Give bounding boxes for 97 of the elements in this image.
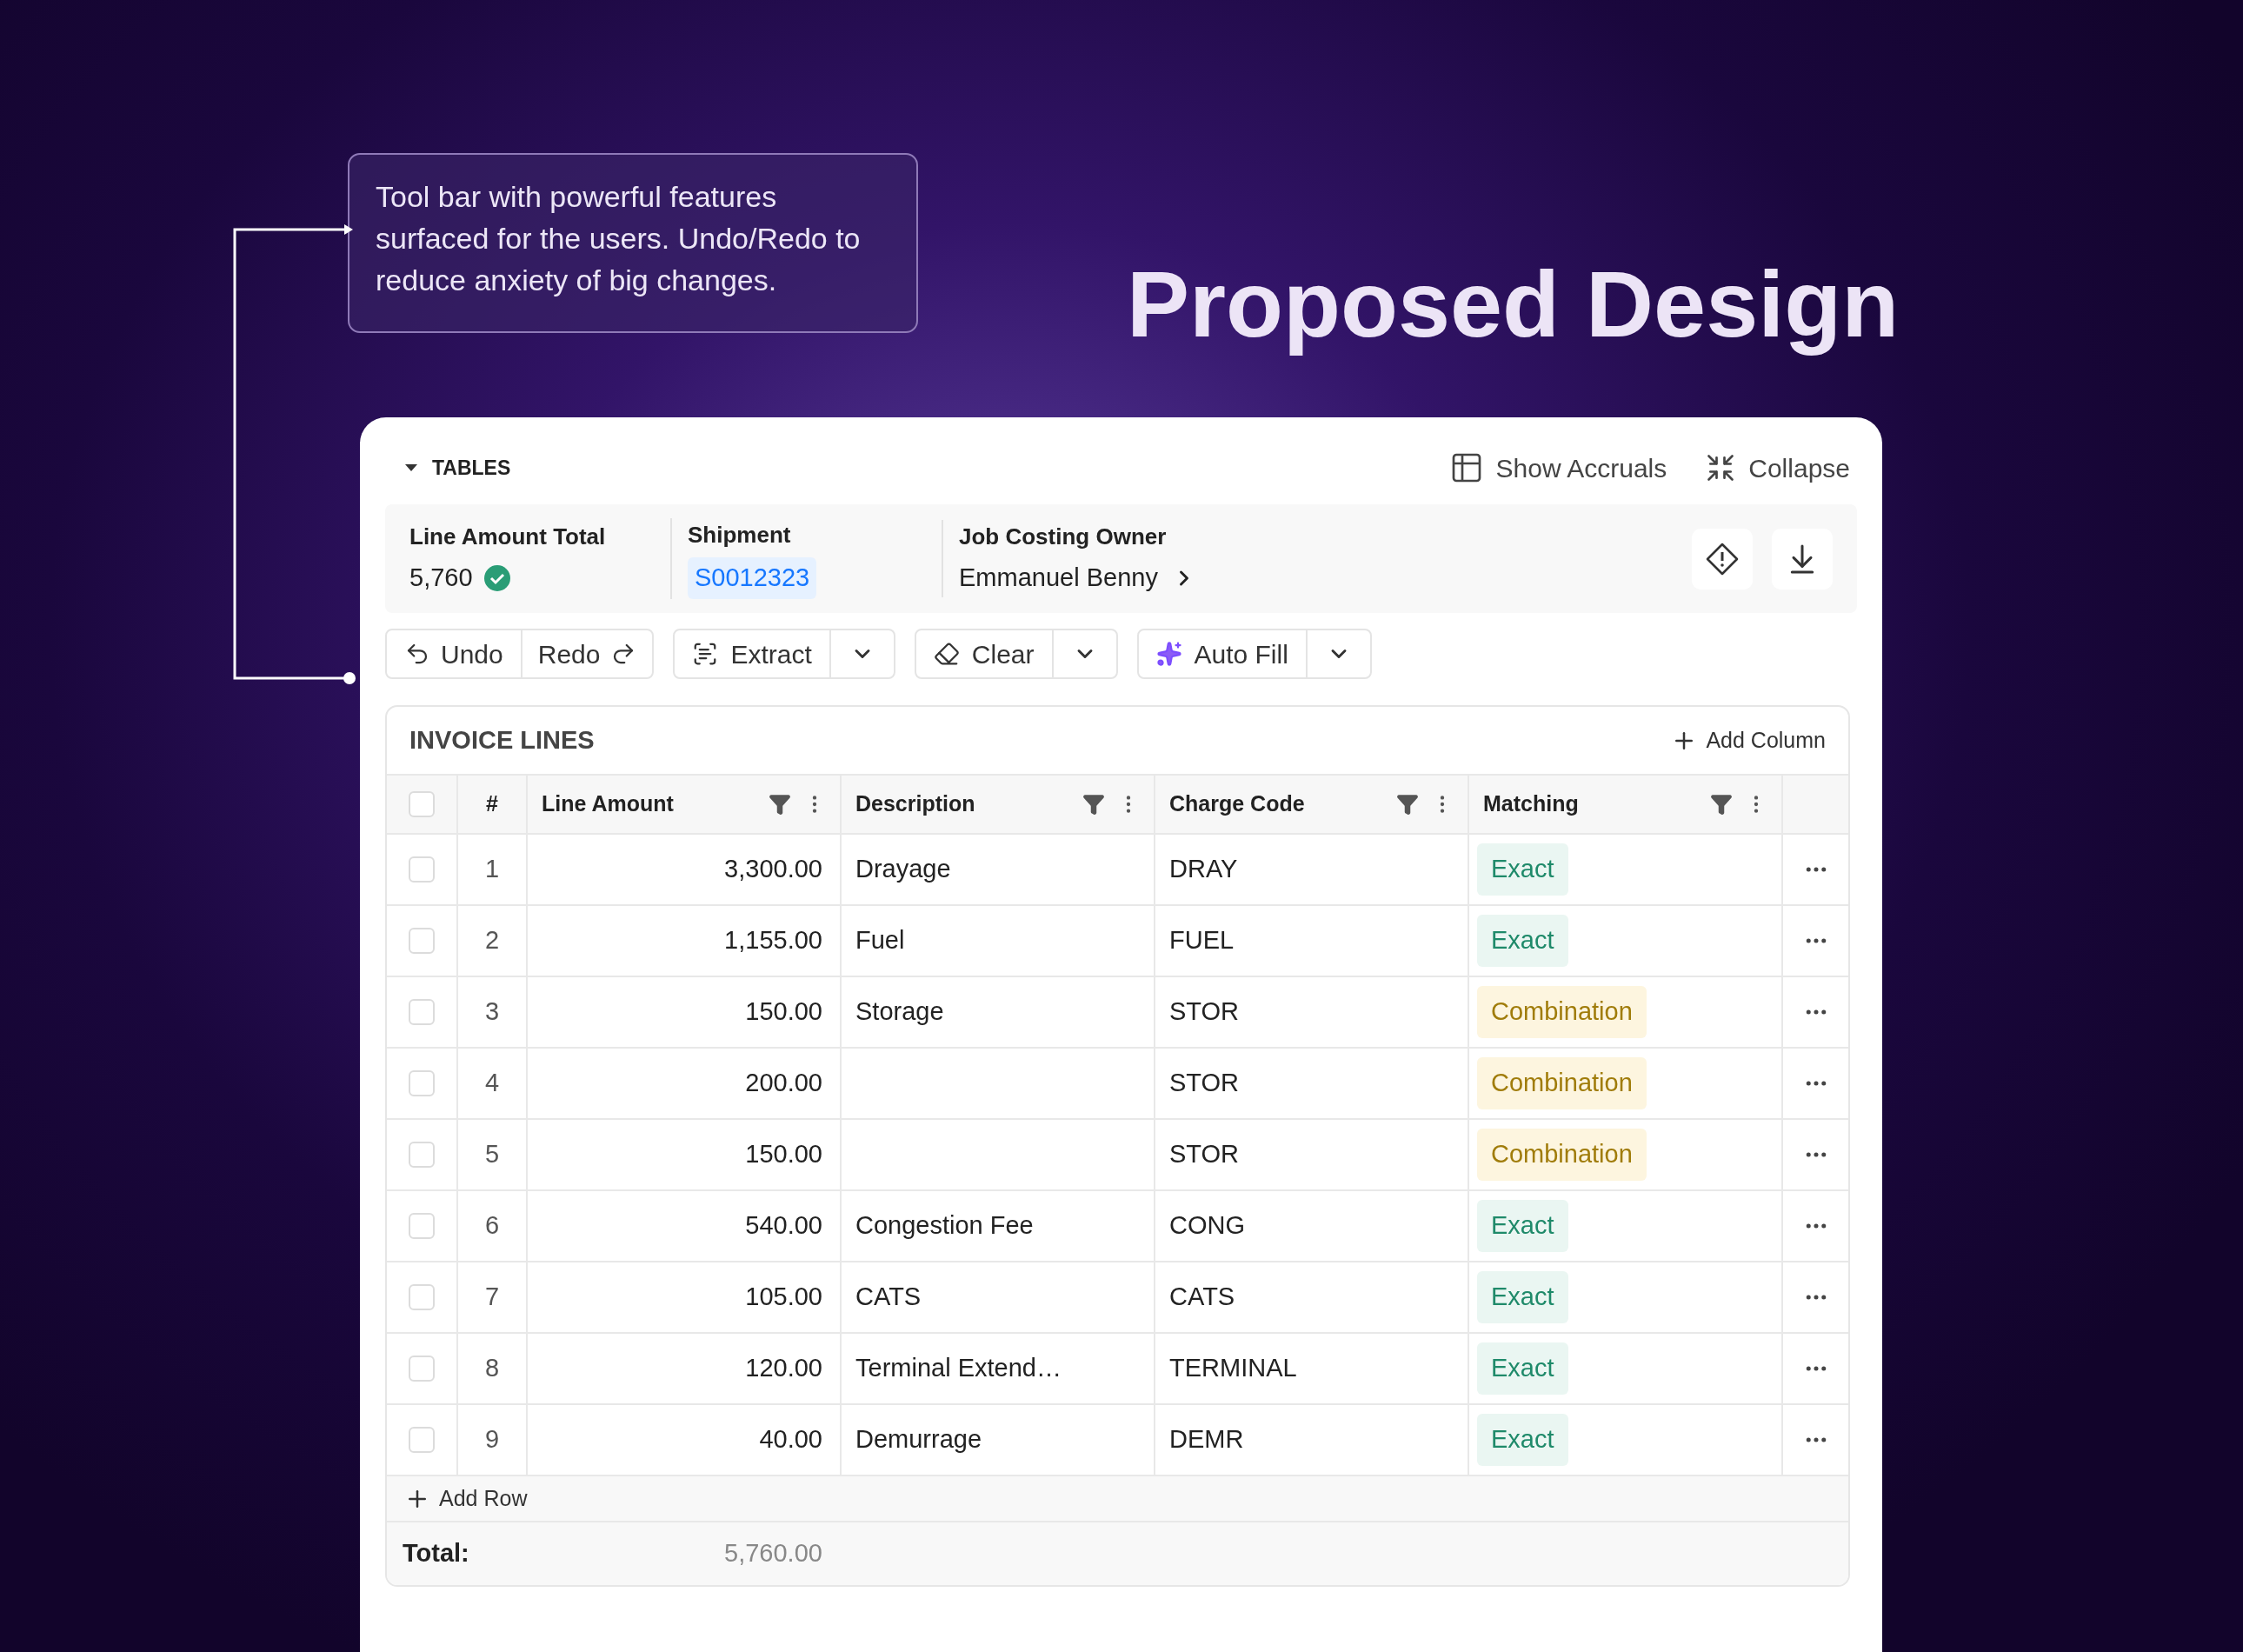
matching-tag: Exact (1477, 1271, 1568, 1323)
line-amount-cell-text: 540.00 (745, 1210, 822, 1242)
diamond-alert-icon (1705, 541, 1740, 576)
section-label: TABLES (432, 455, 511, 481)
matching-tag: Exact (1477, 1342, 1568, 1395)
charge-code-cell-text: DEMR (1169, 1424, 1244, 1455)
row-checkbox[interactable] (409, 1284, 435, 1310)
charge-code-cell-text: STOR (1169, 1068, 1240, 1099)
description-cell-text: CATS (855, 1282, 922, 1313)
line-amount-cell-text: 1,155.00 (724, 925, 822, 956)
column-title: Description (855, 790, 975, 818)
matching-tag: Combination (1477, 1129, 1647, 1181)
table-row[interactable]: 7 105.00 CATS CATS Exact (387, 1262, 1848, 1334)
owner-link[interactable]: Emmanuel Benny (959, 559, 1196, 597)
description-cell-text: Congestion Fee (855, 1210, 1034, 1242)
column-title: Matching (1483, 790, 1579, 818)
add-column-button[interactable]: Add Column (1671, 723, 1826, 757)
row-number: 1 (484, 854, 500, 885)
undo-button[interactable]: Undo (387, 630, 521, 677)
row-number: 8 (484, 1353, 500, 1384)
description-cell-text: Fuel (855, 925, 905, 956)
description-cell-text: Storage (855, 996, 944, 1028)
row-number: 6 (484, 1210, 500, 1242)
eraser-icon (933, 641, 960, 667)
summary-label: Shipment (688, 521, 792, 550)
charge-code-cell-text: CONG (1169, 1210, 1245, 1242)
column-title: Line Amount (542, 790, 674, 818)
summary-label: Job Costing Owner (959, 523, 1168, 552)
annotation-text: Tool bar with powerful features surfaced for the users. Undo/Redo to reduce anxiety of big changes. (376, 179, 862, 298)
charge-code-cell-text: STOR (1169, 996, 1240, 1028)
total-value: 5,760.00 (724, 1538, 822, 1569)
summary-value: 5,760 (409, 563, 473, 594)
row-checkbox[interactable] (409, 1427, 435, 1453)
add-row-button[interactable]: Add Row (404, 1482, 528, 1515)
charge-code-cell-text: CATS (1169, 1282, 1235, 1313)
matching-tag: Exact (1477, 915, 1568, 967)
warning-button[interactable] (1692, 528, 1753, 590)
charge-code-cell-text: DRAY (1169, 854, 1238, 885)
charge-code-cell-text: STOR (1169, 1139, 1240, 1170)
table-title: INVOICE LINES (409, 724, 595, 756)
table-row[interactable]: 4 200.00 STOR Combination (387, 1049, 1848, 1120)
table-row[interactable]: 2 1,155.00 Fuel FUEL Exact (387, 906, 1848, 977)
collapse-button[interactable]: Collapse (1705, 448, 1850, 488)
row-number: 5 (484, 1139, 500, 1170)
line-amount-cell-text: 200.00 (745, 1068, 822, 1099)
row-checkbox[interactable] (409, 791, 435, 817)
download-button[interactable] (1772, 528, 1833, 590)
row-number: 9 (484, 1424, 500, 1455)
matching-tag: Exact (1477, 1200, 1568, 1252)
line-amount-cell-text: 150.00 (745, 1139, 822, 1170)
row-number: 2 (484, 925, 500, 956)
page-title: Proposed Design (1127, 252, 1900, 356)
filter-icon[interactable] (1710, 793, 1733, 816)
filter-icon[interactable] (769, 793, 791, 816)
table-row[interactable]: 9 40.00 Demurrage DEMR Exact (387, 1405, 1848, 1476)
line-amount-cell-text: 150.00 (745, 996, 822, 1028)
table-row[interactable]: 3 150.00 Storage STOR Combination (387, 977, 1848, 1049)
table-row[interactable]: 8 120.00 Terminal Extend… TERMINAL Exact (387, 1334, 1848, 1405)
shipment-link[interactable]: S0012323 (688, 557, 817, 599)
row-number: 4 (484, 1068, 500, 1099)
row-checkbox[interactable] (409, 1070, 435, 1096)
line-amount-cell-text: 3,300.00 (724, 854, 822, 885)
charge-code-cell-text: TERMINAL (1169, 1353, 1297, 1384)
row-checkbox[interactable] (409, 1213, 435, 1239)
toolbar-button[interactable]: Clear (915, 630, 1052, 677)
matching-tag: Exact (1477, 1414, 1568, 1466)
column-title: # (486, 790, 498, 818)
table-row[interactable]: 5 150.00 STOR Combination (387, 1120, 1848, 1191)
filter-icon[interactable] (1082, 793, 1105, 816)
matching-tag: Exact (1477, 843, 1568, 896)
total-label: Total: (403, 1538, 470, 1569)
row-number: 3 (484, 996, 500, 1028)
matching-tag: Combination (1477, 986, 1647, 1038)
description-cell-text: Demurrage (855, 1424, 982, 1455)
filter-icon[interactable] (1396, 793, 1419, 816)
toolbar-button[interactable]: Auto Fill (1138, 630, 1306, 677)
line-amount-cell-text: 120.00 (745, 1353, 822, 1384)
row-checkbox[interactable] (409, 928, 435, 954)
matching-tag: Combination (1477, 1057, 1647, 1109)
line-amount-cell-text: 40.00 (759, 1424, 822, 1455)
row-checkbox[interactable] (409, 1142, 435, 1168)
description-cell-text: Drayage (855, 854, 951, 885)
row-number: 7 (484, 1282, 500, 1313)
description-cell-text: Terminal Extend… (855, 1353, 1062, 1384)
redo-button[interactable]: Redo (520, 630, 653, 677)
charge-code-cell-text: FUEL (1169, 925, 1235, 956)
row-checkbox[interactable] (409, 1356, 435, 1382)
show-accruals-button[interactable]: Show Accruals (1448, 448, 1667, 488)
row-checkbox[interactable] (409, 999, 435, 1025)
column-title: Charge Code (1169, 790, 1305, 818)
sparkle-icon (1155, 641, 1182, 667)
line-amount-cell-text: 105.00 (745, 1282, 822, 1313)
table-row[interactable]: 1 3,300.00 Drayage DRAY Exact (387, 835, 1848, 906)
table-row[interactable]: 6 540.00 Congestion Fee CONG Exact (387, 1191, 1848, 1262)
summary-label: Line Amount Total (409, 523, 607, 552)
toolbar-button[interactable]: Extract (675, 630, 829, 677)
row-checkbox[interactable] (409, 856, 435, 883)
